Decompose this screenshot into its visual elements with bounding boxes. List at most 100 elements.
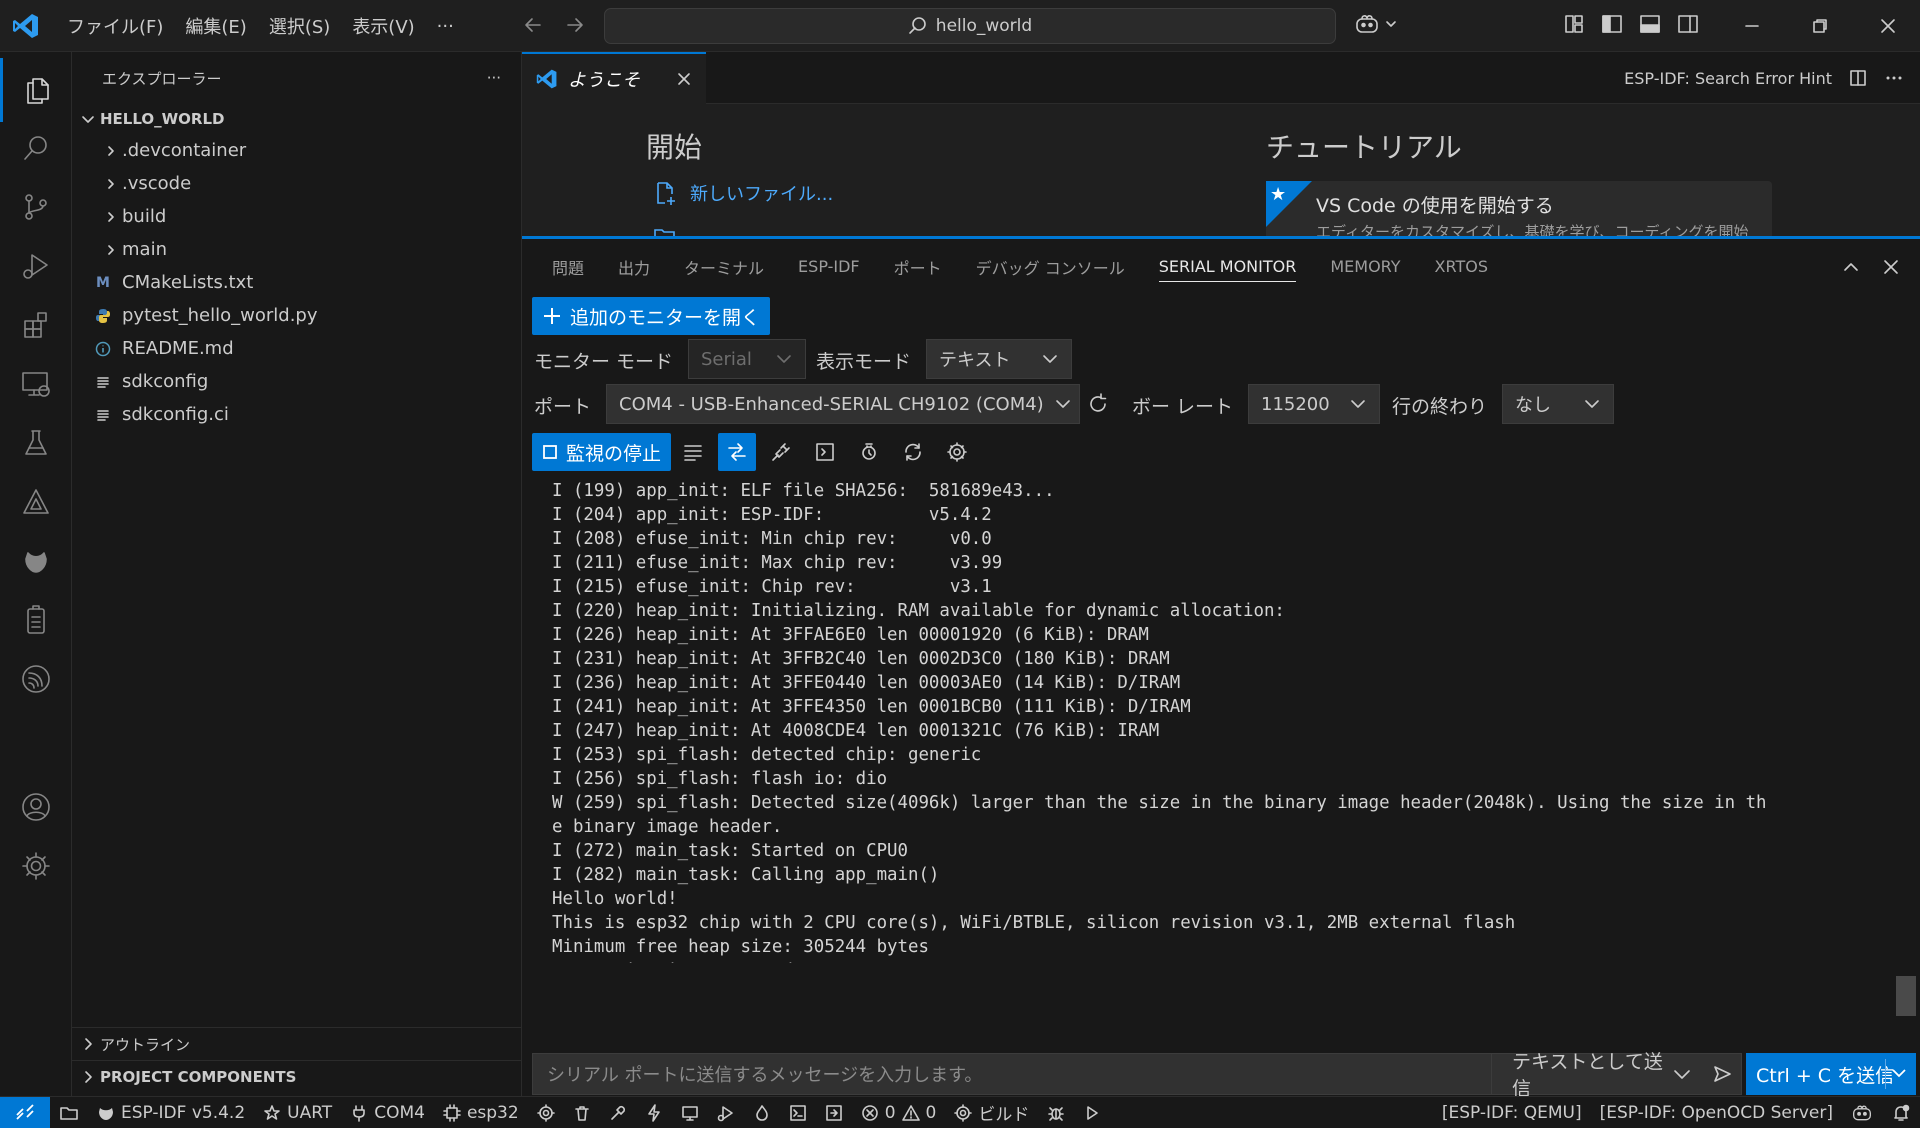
toggle-scroll-icon[interactable] xyxy=(718,433,757,471)
tab-ports[interactable]: ポート xyxy=(894,239,942,294)
tree-item-sdkconfig[interactable]: sdkconfig xyxy=(92,365,521,398)
baud-rate-select[interactable]: 115200 xyxy=(1248,384,1380,424)
espressif-ide-icon[interactable] xyxy=(0,470,72,534)
plug-icon[interactable] xyxy=(759,433,803,471)
settings-gear-icon[interactable] xyxy=(935,433,979,471)
menu-file[interactable]: ファイル(F) xyxy=(56,13,174,39)
account-icon[interactable] xyxy=(0,775,72,839)
terminal-icon[interactable] xyxy=(803,433,847,471)
debug-icon[interactable] xyxy=(708,1097,744,1128)
refresh-ports-icon[interactable] xyxy=(1086,392,1110,416)
full-clean-icon[interactable] xyxy=(564,1097,600,1128)
output-scrollbar[interactable] xyxy=(1896,976,1916,1016)
menu-more[interactable]: ··· xyxy=(426,16,465,37)
run-task-icon[interactable] xyxy=(816,1097,852,1128)
copilot-menu[interactable] xyxy=(1354,12,1398,36)
notifications-bell-icon[interactable] xyxy=(1882,1097,1920,1128)
tab-terminal[interactable]: ターミナル xyxy=(684,239,764,294)
tab-memory[interactable]: MEMORY xyxy=(1330,239,1400,294)
close-tab-icon[interactable] xyxy=(676,71,692,87)
esp-idf-icon[interactable] xyxy=(0,647,72,711)
search-view-icon[interactable] xyxy=(0,116,72,180)
copilot-icon[interactable] xyxy=(1842,1097,1882,1128)
tree-item-build[interactable]: build xyxy=(100,200,521,233)
timestamp-icon[interactable] xyxy=(847,433,891,471)
tree-item-vscode[interactable]: .vscode xyxy=(100,167,521,200)
remote-explorer-icon[interactable] xyxy=(0,352,72,416)
toggle-panel-icon[interactable] xyxy=(1638,12,1662,36)
menu-view[interactable]: 表示(V) xyxy=(341,13,425,39)
tab-problems[interactable]: 問題 xyxy=(552,239,584,294)
close-window-icon[interactable] xyxy=(1854,0,1920,52)
send-ctrl-c-button[interactable]: Ctrl + C を送信 xyxy=(1746,1053,1916,1095)
reset-device-icon[interactable] xyxy=(891,433,935,471)
port-select[interactable]: COM4 - USB-Enhanced-SERIAL CH9102 (COM4) xyxy=(606,384,1080,424)
forward-arrow-icon[interactable] xyxy=(562,12,588,38)
bug-icon[interactable] xyxy=(1038,1097,1074,1128)
tree-item-pytest[interactable]: pytest_hello_world.py xyxy=(92,299,521,332)
send-icon[interactable] xyxy=(1702,1053,1742,1095)
open-file-icon[interactable] xyxy=(652,222,678,236)
extensions-icon[interactable] xyxy=(0,293,72,357)
flash-method-item[interactable]: UART xyxy=(254,1097,341,1128)
command-center-search[interactable]: hello_world xyxy=(604,8,1336,44)
source-control-icon[interactable] xyxy=(0,175,72,239)
explorer-shortcut-icon[interactable] xyxy=(50,1097,88,1128)
sdk-config-icon[interactable] xyxy=(528,1097,564,1128)
menu-edit[interactable]: 編集(E) xyxy=(174,13,257,39)
minimize-icon[interactable] xyxy=(1718,0,1786,52)
tab-esp-idf[interactable]: ESP-IDF xyxy=(798,239,860,294)
build-item[interactable]: ビルド xyxy=(945,1097,1038,1128)
target-item[interactable]: esp32 xyxy=(434,1097,528,1128)
more-actions-icon[interactable]: ··· xyxy=(487,69,501,87)
split-editor-icon[interactable] xyxy=(1848,68,1868,88)
device-icon[interactable] xyxy=(0,588,72,652)
tree-item-readme[interactable]: README.md xyxy=(92,332,521,365)
platformio-icon[interactable] xyxy=(0,529,72,593)
project-components-section[interactable]: PROJECT COMPONENTS xyxy=(72,1060,522,1093)
line-ending-select[interactable]: なし xyxy=(1502,384,1614,424)
workspace-root[interactable]: HELLO_WORLD xyxy=(72,104,521,134)
send-mode-select[interactable]: テキストとして送信 xyxy=(1492,1051,1702,1100)
stop-monitoring-button[interactable]: 監視の停止 xyxy=(532,433,672,471)
tree-item-main[interactable]: main xyxy=(100,233,521,266)
menu-selection[interactable]: 選択(S) xyxy=(258,13,341,39)
tutorial-card[interactable]: ★ VS Code の使用を開始する エディターをカスタマイズし、基礎を学び、コ… xyxy=(1266,181,1772,236)
toggle-primary-sidebar-icon[interactable] xyxy=(1600,12,1624,36)
customize-layout-icon[interactable] xyxy=(1562,12,1586,36)
idf-version-item[interactable]: ESP-IDF v5.4.2 xyxy=(88,1097,254,1128)
flash-bolt-icon[interactable] xyxy=(636,1097,672,1128)
openocd-item[interactable]: [ESP-IDF: OpenOCD Server] xyxy=(1591,1097,1842,1128)
terminal-icon[interactable] xyxy=(780,1097,816,1128)
monitor-device-icon[interactable] xyxy=(672,1097,708,1128)
run-debug-icon[interactable] xyxy=(0,234,72,298)
clear-output-icon[interactable] xyxy=(671,433,715,471)
testing-icon[interactable] xyxy=(0,411,72,475)
build-wrench-icon[interactable] xyxy=(600,1097,636,1128)
qemu-item[interactable]: [ESP-IDF: QEMU] xyxy=(1433,1097,1591,1128)
tree-item-sdkconfig-ci[interactable]: sdkconfig.ci xyxy=(92,398,521,431)
tree-item-devcontainer[interactable]: .devcontainer xyxy=(100,134,521,167)
search-error-hint-button[interactable]: ESP-IDF: Search Error Hint xyxy=(1624,69,1832,88)
tree-item-cmakelists[interactable]: M CMakeLists.txt xyxy=(92,266,521,299)
tab-serial-monitor[interactable]: SERIAL MONITOR xyxy=(1158,252,1297,282)
close-panel-icon[interactable] xyxy=(1882,258,1900,276)
back-arrow-icon[interactable] xyxy=(520,12,546,38)
toggle-secondary-sidebar-icon[interactable] xyxy=(1676,12,1700,36)
restore-icon[interactable] xyxy=(1786,0,1854,52)
new-file-link[interactable]: 新しいファイル... xyxy=(652,180,833,206)
chevron-down-icon[interactable] xyxy=(1890,1064,1908,1082)
play-icon[interactable] xyxy=(1074,1097,1110,1128)
tab-debug-console[interactable]: デバッグ コンソール xyxy=(976,239,1125,294)
maximize-panel-icon[interactable] xyxy=(1842,258,1860,276)
remote-indicator-icon[interactable] xyxy=(0,1096,50,1128)
outline-section[interactable]: アウトライン xyxy=(72,1027,522,1060)
add-monitor-button[interactable]: 追加のモニターを開く xyxy=(532,297,771,335)
send-message-input[interactable]: シリアル ポートに送信するメッセージを入力します。 xyxy=(532,1053,1492,1095)
problems-item[interactable]: 0 0 xyxy=(852,1097,946,1128)
tab-xrtos[interactable]: XRTOS xyxy=(1435,239,1488,294)
more-actions-icon[interactable] xyxy=(1884,68,1904,88)
tab-welcome[interactable]: ようこそ xyxy=(522,52,706,104)
explorer-icon[interactable] xyxy=(0,58,72,122)
port-item[interactable]: COM4 xyxy=(341,1097,434,1128)
